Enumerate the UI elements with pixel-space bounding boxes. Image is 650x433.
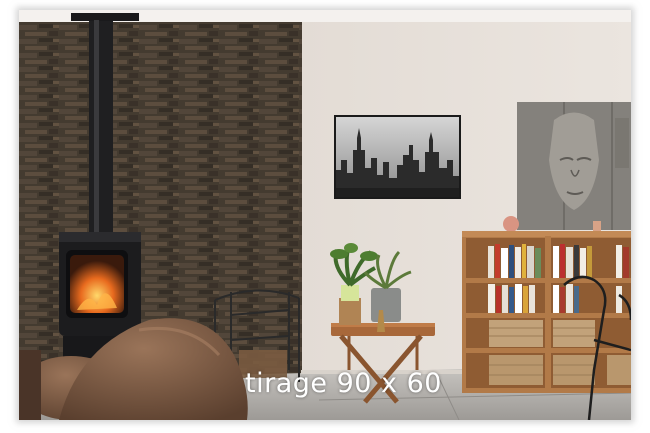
candle-holder bbox=[503, 216, 519, 232]
framed-city-print bbox=[334, 115, 461, 199]
caption-text: tirage 90 x 60 bbox=[245, 368, 442, 399]
buddha-relief-panel bbox=[517, 102, 631, 230]
photo-frame bbox=[19, 10, 631, 420]
bookshelf bbox=[462, 231, 631, 393]
room-photo bbox=[19, 10, 631, 420]
stovepipe bbox=[89, 18, 113, 240]
